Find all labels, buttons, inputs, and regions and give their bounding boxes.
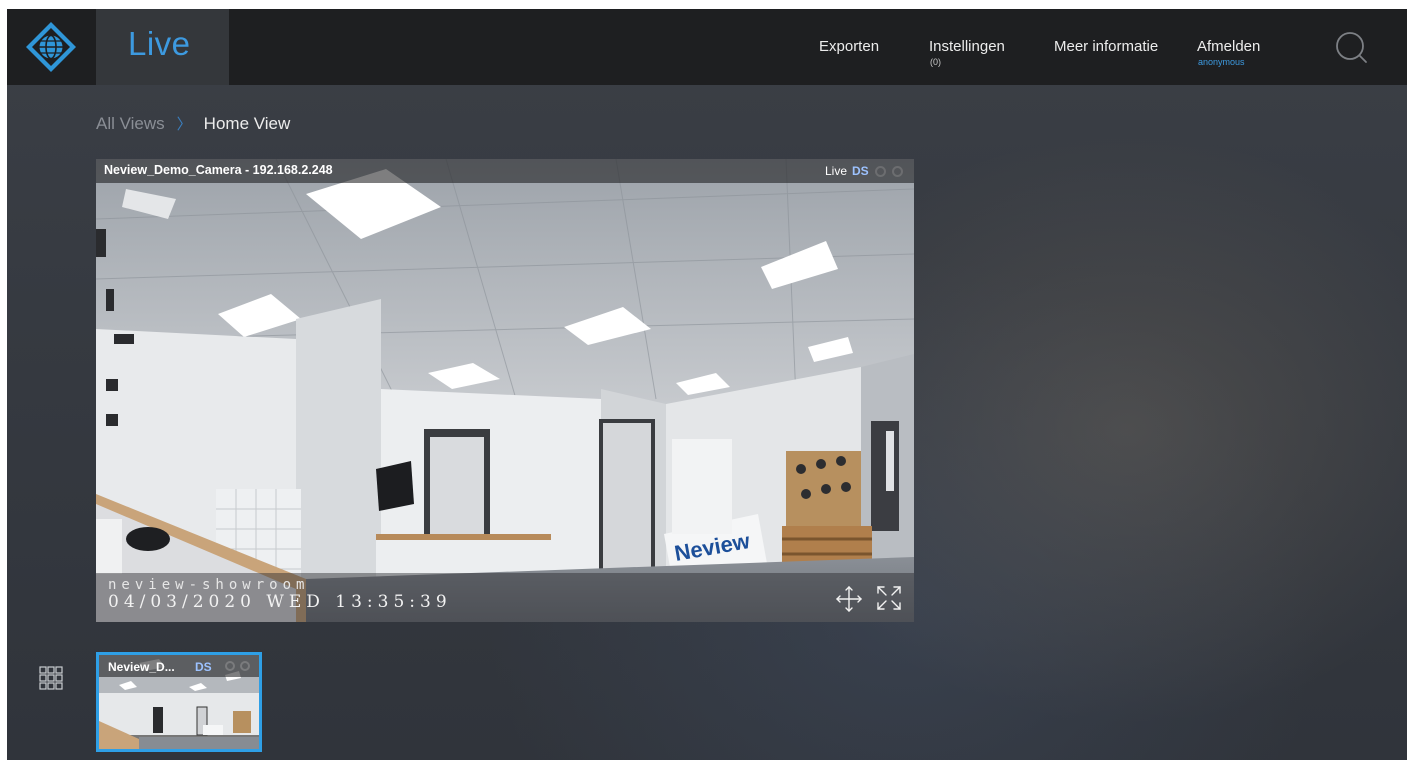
nav-meer-informatie[interactable]: Meer informatie (1054, 38, 1158, 55)
app-window: Live Exporten Instellingen (0) Meer info… (7, 9, 1407, 760)
fullscreen-icon[interactable] (876, 585, 902, 611)
camera-feed-image: Neview (96, 159, 914, 622)
camera-title: Neview_Demo_Camera - 192.168.2.248 (104, 163, 333, 177)
tab-live-label: Live (128, 25, 191, 62)
camera-thumbnail[interactable]: Neview_D... DS (96, 652, 262, 752)
status-dot-icon (225, 661, 235, 671)
thumbnail-title: Neview_D... (108, 660, 175, 674)
breadcrumb-separator-icon: 〉 (176, 116, 192, 133)
status-dot-icon (892, 166, 903, 177)
nav-instellingen[interactable]: Instellingen (929, 38, 1005, 55)
camera-mode: Live (825, 164, 848, 178)
nav-exporten[interactable]: Exporten (819, 38, 879, 55)
current-user: anonymous (1198, 57, 1245, 67)
grid-icon[interactable] (39, 666, 63, 690)
stream-badge: DS (852, 164, 869, 178)
thumbnail-stream-badge: DS (195, 660, 212, 674)
tab-live[interactable]: Live (96, 9, 229, 85)
search-icon[interactable] (1334, 30, 1368, 64)
status-dot-icon (875, 166, 886, 177)
breadcrumb-all-views[interactable]: All Views (96, 114, 165, 133)
logo-icon[interactable] (25, 21, 77, 73)
camera-view[interactable]: Neview Neview_Demo_Camera - 192.168.2.24… (96, 159, 914, 622)
instellingen-count: (0) (930, 57, 941, 67)
osd-timestamp: 04/03/2020 WED 13:35:39 (108, 592, 452, 612)
nav-afmelden[interactable]: Afmelden (1197, 38, 1260, 55)
top-bar: Live Exporten Instellingen (0) Meer info… (7, 9, 1407, 85)
status-dot-icon (240, 661, 250, 671)
move-arrows-icon[interactable] (835, 585, 863, 613)
osd-camera-name: neview-showroom (108, 577, 310, 593)
breadcrumb: All Views 〉 Home View (96, 113, 290, 134)
breadcrumb-current: Home View (203, 114, 291, 133)
